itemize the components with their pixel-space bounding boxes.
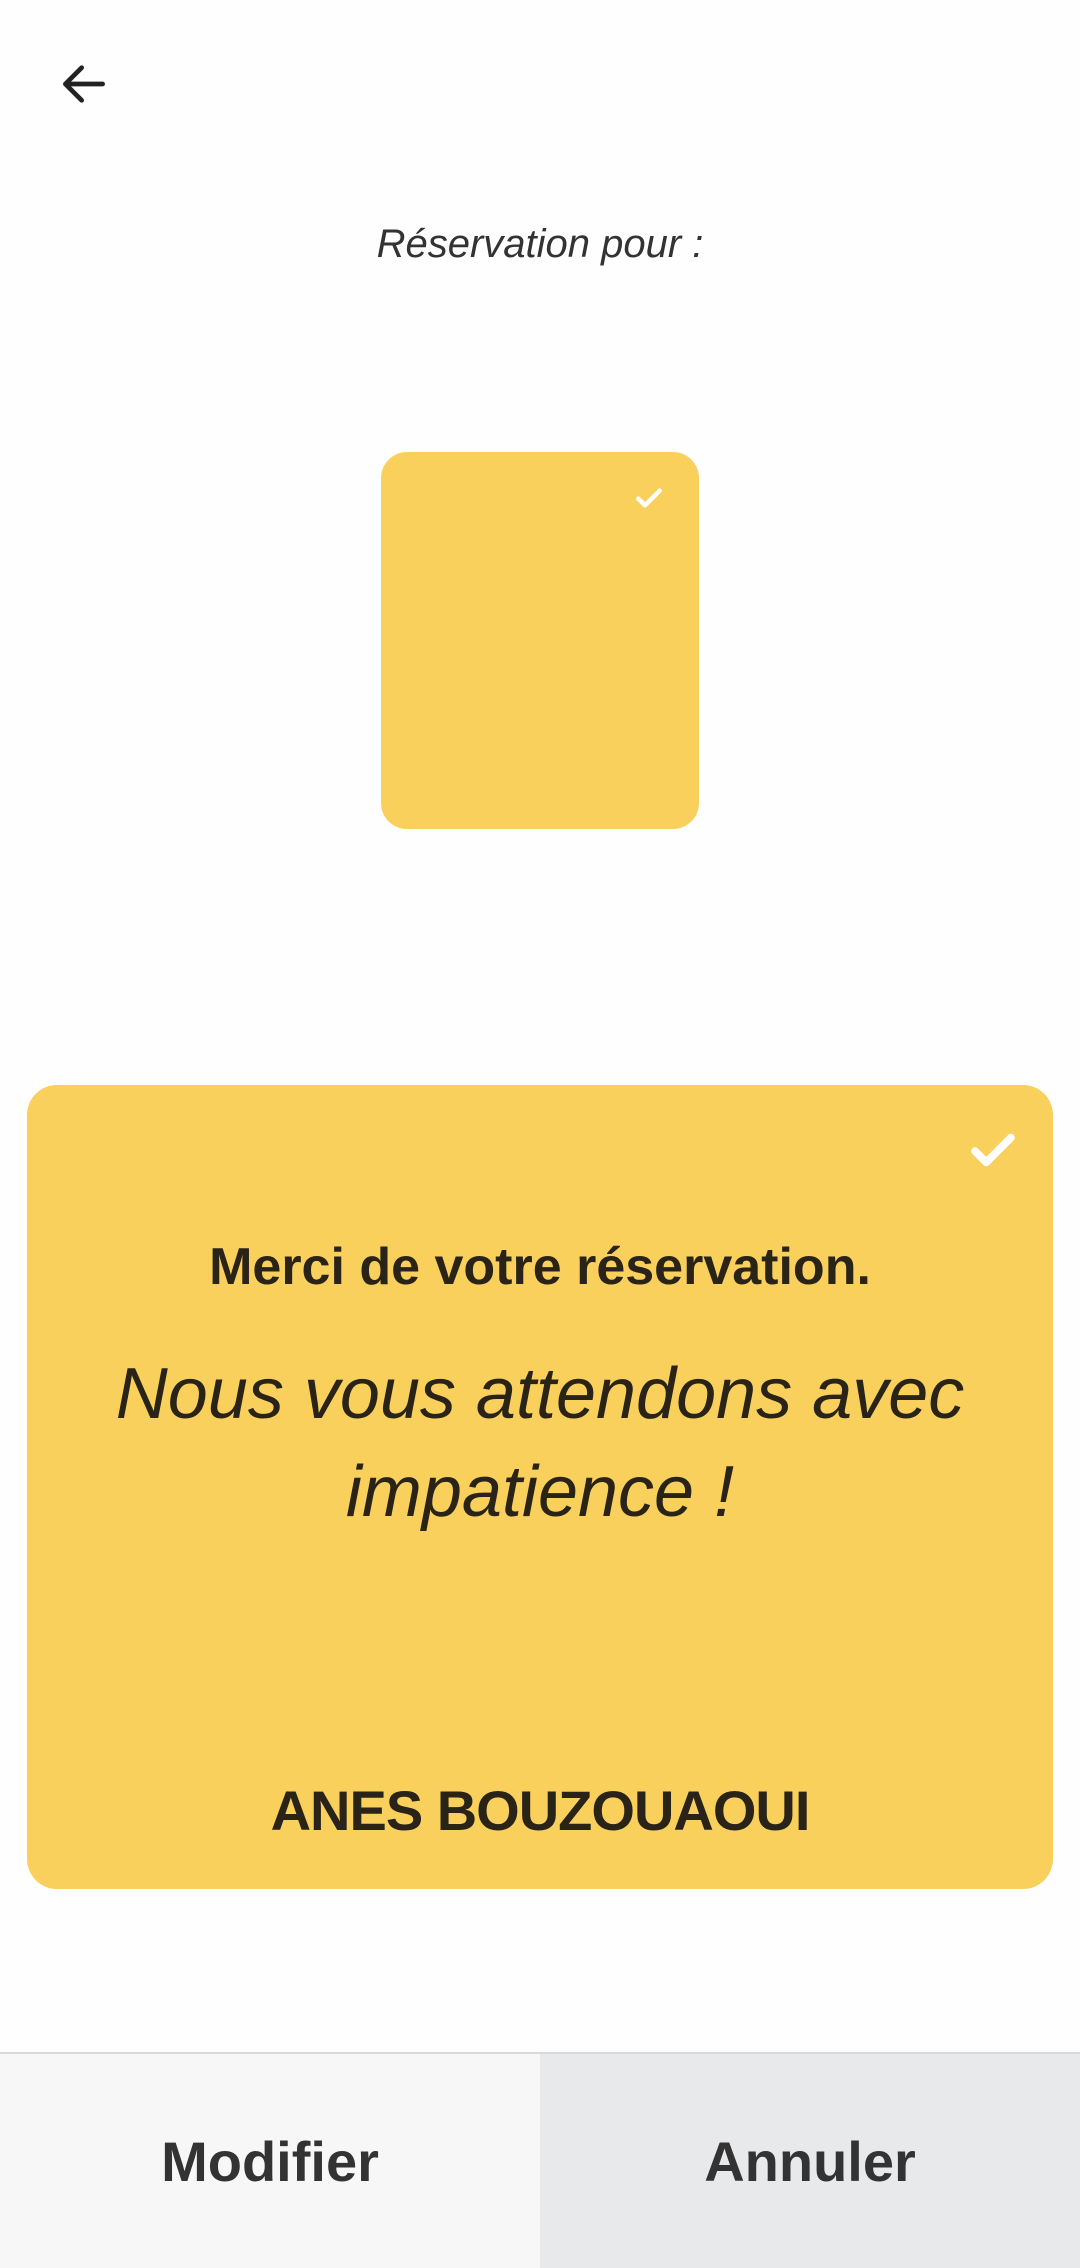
check-icon: [971, 1133, 1015, 1167]
thanks-message: Merci de votre réservation.: [209, 1238, 871, 1296]
check-icon: [636, 488, 662, 508]
modify-button[interactable]: Modifier: [0, 2054, 540, 2268]
cancel-button[interactable]: Annuler: [540, 2054, 1080, 2268]
page-subtitle: Réservation pour :: [376, 222, 704, 266]
bottom-action-bar: Modifier Annuler: [0, 2052, 1080, 2268]
confirmation-card: Merci de votre réservation. Nous vous at…: [27, 1085, 1053, 1889]
await-message: Nous vous attendons avec impatience !: [115, 1354, 965, 1532]
back-button[interactable]: [52, 52, 116, 116]
selection-card[interactable]: [381, 452, 699, 829]
customer-name: ANES BOUZOUAOUI: [270, 1779, 811, 1842]
arrow-left-icon: [62, 65, 105, 103]
